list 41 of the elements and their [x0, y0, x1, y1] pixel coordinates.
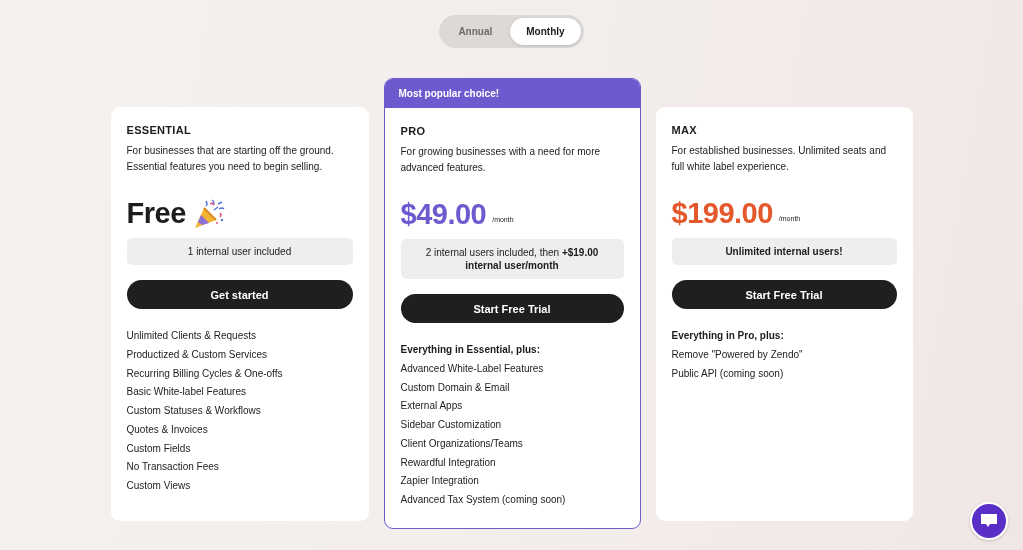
chat-bubble-icon: [980, 513, 998, 529]
billing-tab[interactable]: Annual: [442, 18, 509, 45]
plan-description: For businesses that are starting off the ground. Essential features you need to begin selling.: [126, 144, 335, 174]
feature-item: Custom Fields: [126, 441, 192, 456]
chat-button[interactable]: [970, 502, 1008, 540]
plan-name: ESSENTIAL: [126, 124, 192, 136]
feature-item: Client Organizations/Teams: [400, 436, 524, 451]
feature-item: External Apps: [400, 399, 464, 414]
features-heading: Everything in Pro, plus:: [671, 329, 785, 343]
feature-item: No Transaction Fees: [126, 460, 220, 475]
feature-item: Quotes & Invoices: [126, 422, 209, 437]
feature-item: Custom Statuses & Workflows: [126, 404, 262, 418]
feature-item: Public API (coming soon): [671, 366, 785, 381]
plan-price: $199.00: [671, 196, 773, 230]
plan-description: For established businesses. Unlimited seats and full white label experience.: [671, 144, 888, 174]
feature-item: Advanced Tax System (coming soon): [400, 493, 567, 507]
feature-item: Recurring Billing Cycles & One-offs: [126, 366, 284, 381]
feature-item: Custom Domain & Email: [400, 380, 511, 395]
plan-name: MAX: [671, 124, 698, 136]
features-heading: Everything in Essential, plus:: [400, 343, 541, 357]
feature-item: Remove "Powered by Zendo": [671, 347, 804, 362]
feature-item: Advanced White-Label Features: [400, 361, 545, 376]
plan-price: Free: [126, 196, 186, 230]
users-note: Unlimited internal users!: [671, 238, 897, 265]
billing-tab[interactable]: Monthly: [510, 18, 581, 45]
plan-button[interactable]: Start Free Trial: [671, 280, 897, 309]
feature-item: Custom Views: [126, 479, 192, 493]
plan-name: PRO: [400, 125, 427, 137]
popular-badge: Most popular choice!: [384, 79, 640, 108]
users-note: 2 internal users included, then +$19.00 internal user/month: [400, 239, 624, 279]
feature-item: Productized & Custom Services: [126, 347, 269, 362]
plan-price: $49.00: [400, 197, 487, 231]
feature-item: Rewardful Integration: [400, 455, 497, 470]
feature-item: Sidebar Customization: [400, 418, 503, 432]
users-note: 1 internal user included: [126, 238, 353, 265]
feature-item: Zapier Integration: [400, 474, 480, 489]
plan-button[interactable]: Start Free Trial: [400, 294, 624, 323]
feature-item: Basic White-label Features: [126, 385, 247, 400]
feature-item: Unlimited Clients & Requests: [126, 329, 257, 343]
plan-description: For growing businesses with a need for more advanced features.: [400, 145, 602, 175]
plan-button[interactable]: Get started: [126, 280, 353, 309]
